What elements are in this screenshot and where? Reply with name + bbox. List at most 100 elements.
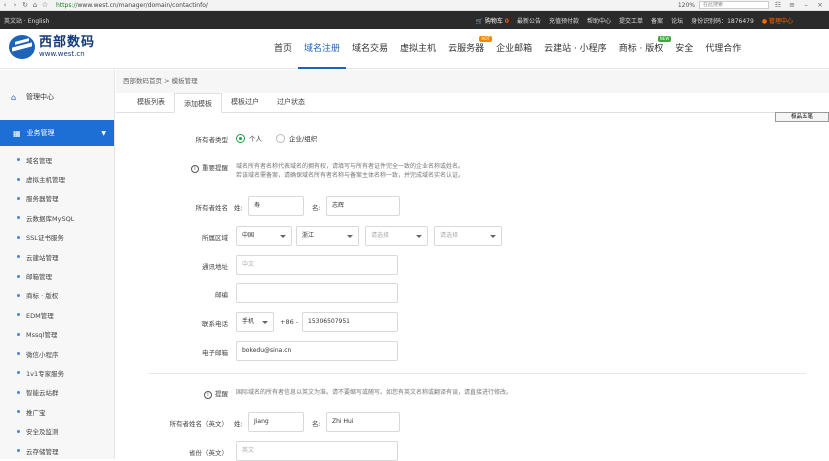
recharge-link[interactable]: 充值预付款 [549,16,579,25]
member-center-link[interactable]: ● 管理中心 [762,16,793,25]
bullet-icon [17,410,20,414]
sidebar-item[interactable]: 推广宝 [0,402,114,421]
extensions-icon[interactable]: ☷ [773,1,783,9]
sidebar-list: 域名管理虚拟主机管理服务器管理 云数据库MySQL SSL证书服务 云建站管理 邮箱管理… [0,150,114,460]
logo-mark-icon [9,35,35,59]
nav-item[interactable]: 域名注册 [298,29,347,69]
sidebar-item[interactable]: 虚拟主机管理 [0,169,114,188]
city-select[interactable]: 请选择 [365,226,428,246]
district-select[interactable]: 请选择 [434,226,502,246]
logo-name: 西部数码 [39,35,96,50]
bullet-icon [17,235,20,239]
sidebar-item[interactable]: 微信小程序 [0,344,114,363]
bullet-icon [17,449,20,453]
province-en-label: 省份（英文） [189,449,228,457]
phone-input[interactable]: 15306507951 [302,312,398,332]
bullet-icon [17,429,20,433]
star-icon[interactable]: ☆ [40,1,50,9]
sidebar-item-label: 1v1专家服务 [26,369,65,378]
sidebar-item[interactable]: 安全及监测 [0,421,114,440]
nav-item[interactable]: 云建站 · 小程序 [538,29,613,69]
sidebar-business[interactable]: ▦ 业务管理 ▼ [0,120,114,146]
sidebar-item[interactable]: 云建站管理 [0,247,114,266]
sidebar-item[interactable]: 邮箱管理 [0,266,114,285]
nav-item[interactable]: 首页 [268,29,298,69]
browser-search-input[interactable]: 在此搜索 [699,1,769,9]
radio-company[interactable] [276,133,285,143]
grid-icon: ▦ [13,128,21,138]
sidebar-item[interactable]: 1v1专家服务 [0,363,114,382]
region-label: 所属区域 [202,234,228,242]
logo-domain: www.west.cn [39,50,85,58]
province-en-input[interactable]: 英文 [236,441,398,461]
phone-label: 联系电话 [202,320,228,328]
surname-en-input[interactable]: Jiang [248,412,304,432]
sidebar-item-label: 安全及监测 [26,428,59,437]
surname-input[interactable]: 寿 [248,196,304,216]
back-icon[interactable]: ‹ [0,1,10,9]
sidebar-item[interactable]: 服务器管理 [0,189,114,208]
tab[interactable]: 模板列表 [128,92,174,112]
filing-link[interactable]: 备案 [651,16,663,25]
bullet-icon [17,293,20,297]
tab[interactable]: 过户状态 [268,92,314,112]
nav-item[interactable]: 安全 [669,29,699,69]
minimize-icon[interactable]: – [801,1,811,9]
reload-icon[interactable]: ↻ [20,1,30,9]
postcode-input[interactable] [236,283,398,303]
sidebar-item-label: 云存储管理 [26,447,59,456]
sidebar-item[interactable]: 域名管理 [0,150,114,169]
email-input[interactable]: bokedu@sina.cn [236,341,398,361]
announce-link[interactable]: 最新公告 [517,16,541,25]
given-en-input[interactable]: Zhi Hui [326,412,400,432]
phone-type-select[interactable]: 手机 [236,312,274,332]
close-icon[interactable]: × [815,1,825,9]
nav-item[interactable]: 虚拟主机 [394,29,442,69]
hint-note: 国际域名的所有者信息以英文为准。请不要缩写或随写。如您有英文名称或翻译有误，请直… [236,389,513,396]
province-select[interactable]: 浙江 [296,226,359,246]
sidebar-item[interactable]: EDM管理 [0,305,114,324]
sidebar-item-label: 微信小程序 [26,350,59,359]
sidebar-item-label: 智能云站群 [26,389,59,398]
language-switch[interactable]: 英文站 · English [0,16,49,25]
tab[interactable]: 模板过户 [222,92,268,112]
main-content: 西部数码首页 > 模板管理 模板列表 添加模板 模板过户 过户状态 极品五笔 所有者类… [116,70,829,461]
nav-item[interactable]: 商标 · 版权 NEW [613,29,672,69]
help-link[interactable]: 帮助中心 [587,16,611,25]
owner-name-en-label: 所有者姓名（英文） [169,420,229,428]
address-label: 通讯地址 [202,263,228,271]
nav-item[interactable]: 代理合作 [699,29,747,69]
sidebar-item[interactable]: SSL证书服务 [0,228,114,247]
hint-label: i 提醒 [156,388,228,399]
bullet-icon [17,352,20,356]
country-select[interactable]: 中国 [236,226,292,246]
given-name-input[interactable]: 志辉 [326,196,400,216]
sidebar-item[interactable]: 云存储管理 [0,441,114,460]
nav-item[interactable]: 企业邮箱 [490,29,538,69]
tab[interactable]: 添加模板 [174,93,222,113]
sidebar-manage-center[interactable]: ⌂ 管理中心 [0,84,114,110]
zoom-level[interactable]: 120% [678,2,695,9]
forward-icon[interactable]: › [10,1,20,9]
sidebar-item[interactable]: 智能云站群 [0,383,114,402]
ime-button[interactable]: 极品五笔 [775,112,829,122]
nav-item[interactable]: 域名交易 [346,29,394,69]
sidebar-item[interactable]: 商标 · 版权 [0,286,114,305]
id-code: 身份识别码：1876479 [691,17,754,25]
site-logo[interactable]: 西部数码 www.west.cn [9,35,95,59]
cart-link[interactable]: 🛒 购物车 0 [475,16,509,25]
given-en-label: 名: [312,420,321,428]
forum-link[interactable]: 论坛 [671,16,683,25]
menu-icon[interactable]: ≡ [787,1,797,9]
sidebar-item[interactable]: Mssql管理 [0,325,114,344]
sidebar-item-label: 虚拟主机管理 [26,176,65,185]
radio-personal[interactable] [236,133,245,143]
surname-label: 姓: [234,204,243,212]
sidebar-item[interactable]: 云数据库MySQL [0,208,114,227]
address-bar[interactable]: https://www.west.cn/manager/domain/conta… [56,2,678,9]
nav-item[interactable]: 云服务器 HOT [442,29,493,69]
address-input[interactable]: 中文 [236,255,398,275]
home-icon[interactable]: ⌂ [30,1,40,9]
ticket-link[interactable]: 提交工单 [619,16,643,25]
bullet-icon [17,274,20,278]
